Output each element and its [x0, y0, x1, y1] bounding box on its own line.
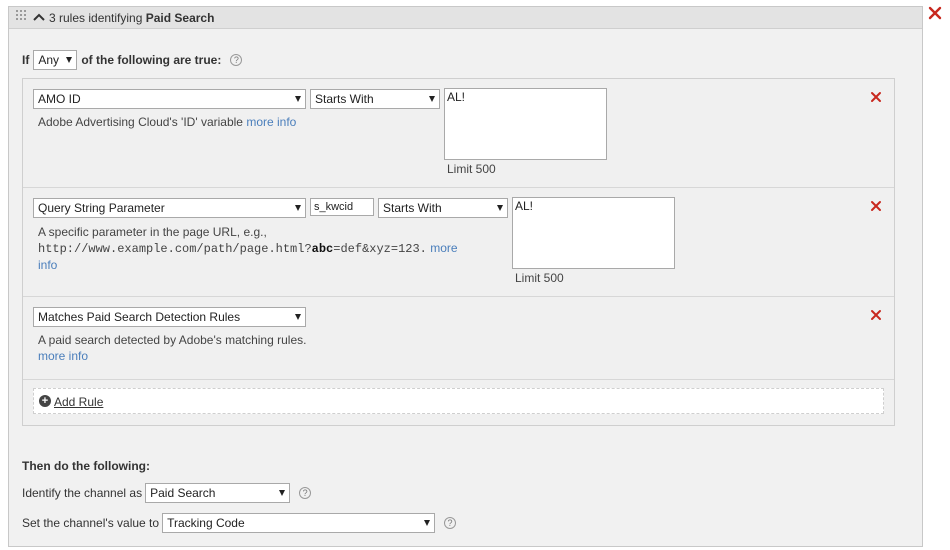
remove-rule-icon[interactable] — [870, 200, 882, 212]
more-info-link[interactable]: more info — [38, 349, 88, 363]
drag-handle-icon[interactable] — [16, 10, 27, 22]
match-type-value: Any — [38, 53, 60, 67]
if-label: If — [22, 53, 30, 67]
rules-list: AMO ID Starts With AL! Limit 500 Adobe A… — [22, 78, 895, 426]
identify-channel-label: Identify the channel as — [22, 486, 143, 500]
rule-description: Adobe Advertising Cloud's 'ID' variable … — [38, 114, 318, 130]
dropdown-arrow-icon — [66, 57, 73, 63]
dropdown-arrow-icon — [424, 520, 431, 526]
rule-value-limit: Limit 500 — [515, 271, 564, 285]
panel-title: 3 rules identifying Paid Search — [49, 11, 214, 25]
dropdown-arrow-icon — [429, 96, 435, 102]
add-rule-row: + Add Rule — [33, 388, 884, 414]
rule-description: A specific parameter in the page URL, e.… — [38, 224, 498, 273]
add-circle-icon[interactable]: + — [39, 395, 51, 407]
dropdown-arrow-icon — [295, 96, 301, 102]
rule-field-value: Query String Parameter — [38, 201, 165, 215]
rule-description-text: A paid search detected by Adobe's matchi… — [38, 333, 307, 347]
rule-item: AMO ID Starts With AL! Limit 500 Adobe A… — [23, 79, 894, 188]
rule-description-text: Adobe Advertising Cloud's 'ID' variable — [38, 115, 243, 129]
rule-field-select[interactable]: AMO ID — [33, 89, 306, 109]
rule-value-textarea[interactable]: AL! — [512, 197, 675, 269]
more-info-link-cont[interactable]: info — [38, 258, 57, 272]
rule-field-select[interactable]: Query String Parameter — [33, 198, 306, 218]
rule-field-value: Matches Paid Search Detection Rules — [38, 310, 241, 324]
rule-operator-select[interactable]: Starts With — [378, 198, 508, 218]
rule-operator-select[interactable]: Starts With — [310, 89, 440, 109]
dropdown-arrow-icon — [279, 490, 286, 496]
channel-value-select[interactable]: Tracking Code — [162, 513, 436, 533]
example-url-suffix: =def&xyz=123. — [333, 242, 427, 256]
channel-select[interactable]: Paid Search — [145, 483, 291, 503]
panel-header: 3 rules identifying Paid Search — [9, 7, 922, 29]
channel-value-select-value: Tracking Code — [167, 516, 245, 530]
remove-rule-icon[interactable] — [870, 91, 882, 103]
example-url-prefix: http://www.example.com/path/page.html? — [38, 242, 312, 256]
close-icon[interactable] — [928, 6, 942, 20]
rule-set-panel: 3 rules identifying Paid Search If Any o… — [8, 6, 923, 547]
more-info-link[interactable]: more info — [246, 115, 296, 129]
channel-value-row: Set the channel's value to Tracking Code… — [22, 513, 457, 533]
help-icon[interactable]: ? — [299, 487, 312, 499]
rule-operator-value: Starts With — [383, 201, 442, 215]
panel-title-prefix: 3 rules identifying — [49, 11, 143, 25]
remove-rule-icon[interactable] — [870, 309, 882, 321]
rule-item: Query String Parameter Starts With AL! L… — [23, 188, 894, 297]
more-info-link[interactable]: more — [430, 241, 457, 255]
rule-example: http://www.example.com/path/page.html?ab… — [38, 240, 498, 257]
condition-row: If Any of the following are true: ? — [22, 50, 243, 70]
condition-suffix: of the following are true: — [81, 53, 222, 67]
help-icon[interactable]: ? — [444, 517, 457, 529]
panel-title-channel: Paid Search — [145, 11, 215, 25]
rule-operator-value: Starts With — [315, 92, 374, 106]
channel-value-label: Set the channel's value to — [22, 516, 160, 530]
dropdown-arrow-icon — [295, 314, 301, 320]
example-url-param: abc — [311, 242, 334, 256]
channel-select-value: Paid Search — [150, 486, 216, 500]
rule-item: Matches Paid Search Detection Rules A pa… — [23, 297, 894, 380]
help-icon[interactable]: ? — [230, 54, 243, 66]
dropdown-arrow-icon — [497, 205, 503, 211]
chevron-up-icon[interactable] — [33, 12, 45, 22]
rule-value-textarea[interactable]: AL! — [444, 88, 607, 160]
rule-value-limit: Limit 500 — [447, 162, 496, 176]
match-type-select[interactable]: Any — [33, 50, 78, 70]
query-parameter-input[interactable] — [310, 198, 374, 216]
rule-field-value: AMO ID — [38, 92, 81, 106]
rule-description: A paid search detected by Adobe's matchi… — [38, 332, 338, 364]
identify-channel-row: Identify the channel as Paid Search ? — [22, 483, 312, 503]
rule-field-select[interactable]: Matches Paid Search Detection Rules — [33, 307, 306, 327]
then-title: Then do the following: — [22, 459, 150, 473]
rule-description-text: A specific parameter in the page URL, e.… — [38, 225, 267, 239]
add-rule-link[interactable]: Add Rule — [54, 395, 103, 409]
dropdown-arrow-icon — [295, 205, 301, 211]
